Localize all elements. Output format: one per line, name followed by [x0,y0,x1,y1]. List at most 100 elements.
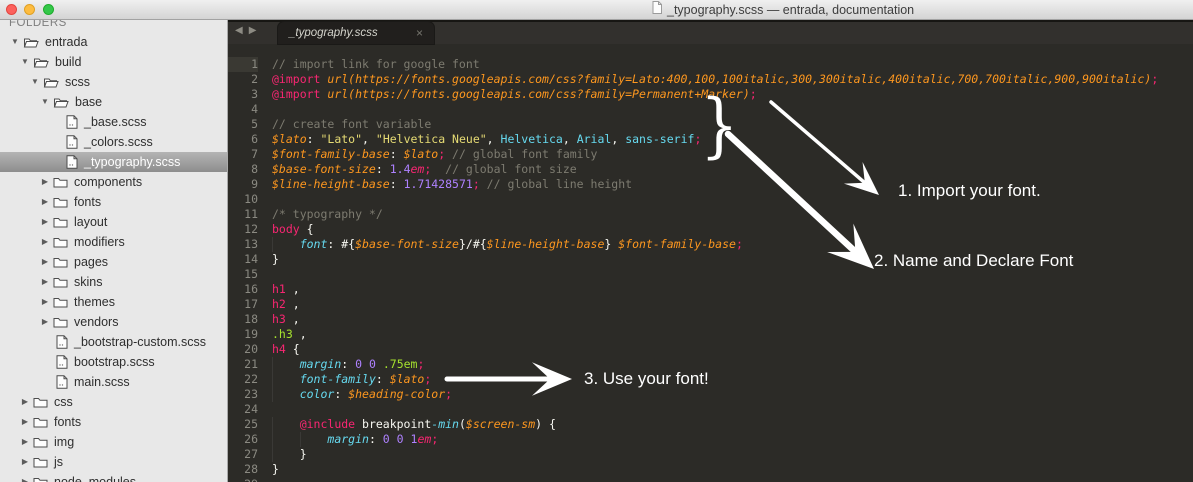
disclosure-triangle-icon[interactable]: ▼ [40,92,50,112]
minimize-button[interactable] [24,4,35,15]
sidebar-item--typography-scss[interactable]: _typography.scss [0,152,227,172]
line-number: 6 [228,132,258,147]
code-token: 1.4 [390,162,411,176]
close-icon[interactable]: × [416,27,423,39]
code-line[interactable]: 1// import link for google font [228,57,1193,72]
code-line[interactable]: 26 margin: 0 0 1em; [228,432,1193,447]
sidebar-item-skins[interactable]: ▶skins [0,272,227,292]
sidebar-item-css[interactable]: ▶css [0,392,227,412]
sidebar-item-label: themes [74,295,115,309]
sidebar-item-components[interactable]: ▶ components [0,172,227,192]
line-number: 17 [228,297,258,312]
sidebar-item-js[interactable]: ▶ js [0,452,227,472]
code-line[interactable]: 18h3 , [228,312,1193,327]
code-line[interactable]: 23 color: $heading-color; [228,387,1193,402]
sidebar-item--colors-scss[interactable]: _colors.scss [0,132,227,152]
disclosure-triangle-icon[interactable]: ▶ [20,432,30,452]
code-line[interactable]: 21 margin: 0 0 .75em; [228,357,1193,372]
code-line[interactable]: 9$line-height-base: 1.71428571; // globa… [228,177,1193,192]
close-button[interactable] [6,4,17,15]
code-line[interactable]: 16h1 , [228,282,1193,297]
code-line[interactable]: 11/* typography */ [228,207,1193,222]
code-line[interactable]: 27 } [228,447,1193,462]
code-token: } [272,447,307,461]
sidebar-item-main-scss[interactable]: main.scss [0,372,227,392]
sidebar-item-vendors[interactable]: ▶vendors [0,312,227,332]
code-token: url(https://fonts.googleapis.com/css?fam… [327,87,749,101]
zoom-button[interactable] [43,4,54,15]
line-number: 12 [228,222,258,237]
file-icon [66,135,78,149]
code-text: /* typography */ [272,207,383,222]
disclosure-triangle-icon[interactable]: ▼ [20,52,30,72]
code-token: { [286,342,300,356]
disclosure-triangle-icon[interactable]: ▶ [20,392,30,412]
sidebar-item--bootstrap-custom-scss[interactable]: _bootstrap-custom.scss [0,332,227,352]
sidebar-item-pages[interactable]: ▶pages [0,252,227,272]
disclosure-triangle-icon[interactable]: ▶ [40,192,50,212]
sidebar-item-base[interactable]: ▼base [0,92,227,112]
disclosure-triangle-icon[interactable]: ▶ [20,472,30,482]
code-token: : [376,162,390,176]
disclosure-triangle-icon[interactable]: ▶ [20,412,30,432]
annotation-label: 2. Name and Declare Font [874,251,1073,271]
code-line[interactable]: 22 font-family: $lato; [228,372,1193,387]
code-token: ; [431,432,438,446]
code-text: h1 , [272,282,300,297]
sidebar-item-scss[interactable]: ▼ scss [0,72,227,92]
code-line[interactable]: 19.h3 , [228,327,1193,342]
sidebar-item-label: js [54,455,63,469]
code-token [362,357,369,371]
disclosure-triangle-icon[interactable]: ▼ [10,32,20,52]
sidebar-item-label: components [74,175,142,189]
sidebar-item-label: build [55,55,81,69]
code-token: } [272,462,279,476]
code-text: @import url(https://fonts.googleapis.com… [272,87,757,102]
sidebar-item-build[interactable]: ▼ build [0,52,227,72]
disclosure-triangle-icon[interactable]: ▶ [40,232,50,252]
disclosure-triangle-icon[interactable]: ▶ [40,252,50,272]
folder-open-icon [43,76,59,88]
sidebar-item-bootstrap-scss[interactable]: bootstrap.scss [0,352,227,372]
sidebar-item-node-modules[interactable]: ▶node_modules [0,472,227,482]
code-line[interactable]: 29 [228,477,1193,482]
sidebar-item-fonts[interactable]: ▶fonts [0,412,227,432]
sidebar-item-entrada[interactable]: ▼entrada [0,32,227,52]
sidebar-item-fonts[interactable]: ▶fonts [0,192,227,212]
disclosure-triangle-icon[interactable]: ▶ [40,212,50,232]
line-number: 9 [228,177,258,192]
code-token: $lato [404,147,439,161]
sidebar-item-themes[interactable]: ▶ themes [0,292,227,312]
sidebar-item-modifiers[interactable]: ▶modifiers [0,232,227,252]
code-line[interactable]: 10 [228,192,1193,207]
code-line[interactable]: 24 [228,402,1193,417]
code-line[interactable]: 20h4 { [228,342,1193,357]
sidebar-item--base-scss[interactable]: _base.scss [0,112,227,132]
code-token: body [272,222,300,236]
disclosure-triangle-icon[interactable]: ▶ [40,292,50,312]
back-icon[interactable]: ◀ [235,25,243,36]
disclosure-triangle-icon[interactable]: ▶ [20,452,30,472]
code-line[interactable]: 28} [228,462,1193,477]
code-line[interactable]: 17h2 , [228,297,1193,312]
code-line[interactable]: 12 body { [228,222,1193,237]
disclosure-triangle-icon[interactable]: ▶ [40,312,50,332]
forward-icon[interactable]: ▶ [249,25,257,36]
line-number: 29 [228,477,258,482]
sidebar-tree: ▼entrada▼build▼scss▼base_base.scss_color… [0,32,227,482]
code-token: : [376,372,390,386]
disclosure-triangle-icon[interactable]: ▼ [30,72,40,92]
disclosure-triangle-icon[interactable]: ▶ [40,272,50,292]
code-text: body { [272,222,314,237]
sidebar: FOLDERS ▼entrada▼build▼scss▼base_base.sc… [0,19,228,482]
sidebar-item-img[interactable]: ▶img [0,432,227,452]
code-token: // global line height [480,177,632,191]
sidebar-item-label: scss [65,75,90,89]
sidebar-item-layout[interactable]: ▶layout [0,212,227,232]
code-line[interactable]: 13 font: #{$base-font-size}/#{$line-heig… [228,237,1193,252]
code-line[interactable]: 25 @include breakpoint-min($screen-sm) { [228,417,1193,432]
disclosure-triangle-icon[interactable]: ▶ [40,172,50,192]
tab-typography[interactable]: _typography.scss × [278,22,434,44]
code-text: // create font variable [272,117,431,132]
annotation-brace: } [700,94,738,156]
